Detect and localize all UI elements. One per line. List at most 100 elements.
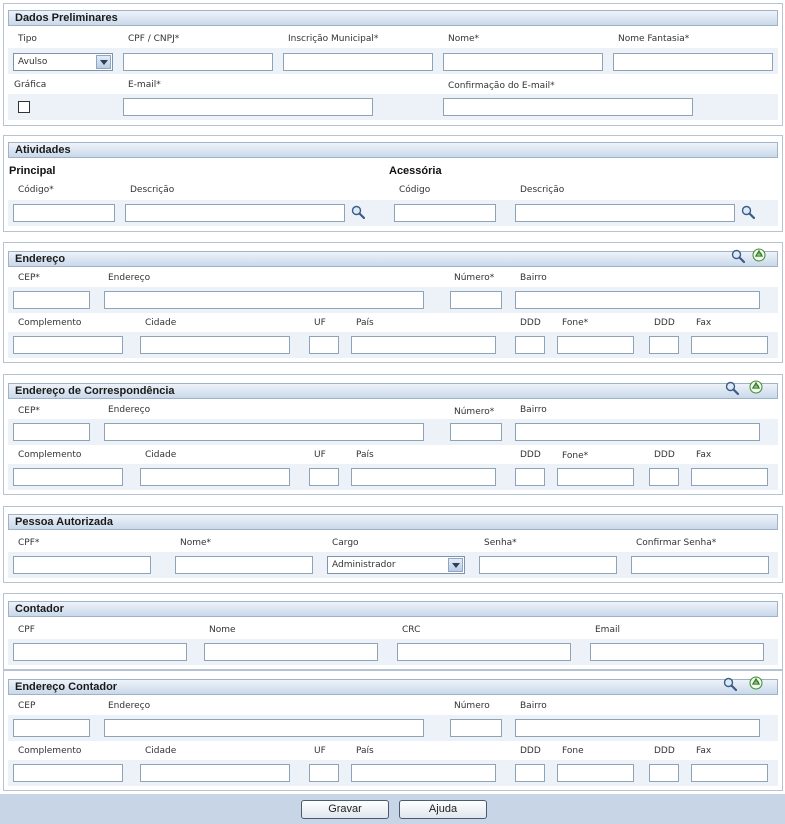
panel-title: Pessoa Autorizada <box>15 516 114 528</box>
codigo-acessoria-label: Código <box>399 185 431 195</box>
descricao-principal-field[interactable] <box>125 204 345 222</box>
pais-label: País <box>356 318 374 328</box>
bairro-field[interactable] <box>515 291 760 309</box>
codigo-principal-field[interactable] <box>13 204 115 222</box>
endereco-field[interactable] <box>104 291 424 309</box>
recycle-icon[interactable] <box>752 248 766 262</box>
dados-preliminares-panel: Dados Preliminares Tipo CPF / CNPJ* Insc… <box>3 3 783 126</box>
email-label: E-mail* <box>128 80 161 90</box>
cep-field[interactable] <box>13 423 90 441</box>
fone-label: Fone* <box>562 318 589 328</box>
cpf-field[interactable] <box>13 643 187 661</box>
pais-field[interactable] <box>351 468 496 486</box>
pessoa-autorizada-header: Pessoa Autorizada <box>8 514 778 530</box>
dados-preliminares-header: Dados Preliminares <box>8 10 778 26</box>
search-icon[interactable] <box>731 249 745 263</box>
fone-label: Fone <box>562 746 584 756</box>
uf-field[interactable] <box>309 468 339 486</box>
pessoa-autorizada-panel: Pessoa Autorizada CPF* Nome* Cargo Senha… <box>3 506 783 583</box>
email-label: Email <box>595 625 620 635</box>
pais-label: País <box>356 746 374 756</box>
fax-field[interactable] <box>691 468 768 486</box>
ddd-field[interactable] <box>515 336 545 354</box>
cidade-field[interactable] <box>140 468 290 486</box>
senha-field[interactable] <box>479 556 617 574</box>
cpf-field[interactable] <box>13 556 151 574</box>
fax-field[interactable] <box>691 764 768 782</box>
ddd-fax-field[interactable] <box>649 764 679 782</box>
numero-field[interactable] <box>450 423 502 441</box>
search-icon[interactable] <box>723 677 737 691</box>
tipo-label: Tipo <box>18 34 37 44</box>
confirmacao-email-field[interactable] <box>443 98 693 116</box>
cidade-field[interactable] <box>140 336 290 354</box>
fax-field[interactable] <box>691 336 768 354</box>
descricao-acessoria-label: Descrição <box>520 185 565 195</box>
nome-field[interactable] <box>204 643 378 661</box>
cidade-field[interactable] <box>140 764 290 782</box>
endereco-contador-panel: Endereço Contador CEP Endereço Número Ba… <box>3 670 783 791</box>
fone-field[interactable] <box>557 336 634 354</box>
complemento-field[interactable] <box>13 336 123 354</box>
confirmar-senha-field[interactable] <box>631 556 769 574</box>
chevron-down-icon[interactable] <box>448 558 463 572</box>
codigo-acessoria-field[interactable] <box>394 204 496 222</box>
email-field[interactable] <box>590 643 764 661</box>
bairro-label: Bairro <box>520 405 547 415</box>
inscricao-municipal-label: Inscrição Municipal* <box>288 34 379 44</box>
numero-field[interactable] <box>450 291 502 309</box>
fone-field[interactable] <box>557 764 634 782</box>
ddd-label: DDD <box>520 450 541 460</box>
chevron-down-icon[interactable] <box>96 55 111 69</box>
pais-field[interactable] <box>351 336 496 354</box>
bairro-field[interactable] <box>515 719 760 737</box>
cpf-cnpj-field[interactable] <box>123 53 273 71</box>
pais-field[interactable] <box>351 764 496 782</box>
cep-field[interactable] <box>13 291 90 309</box>
tipo-select[interactable]: Avulso <box>13 53 113 71</box>
bairro-field[interactable] <box>515 423 760 441</box>
grafica-checkbox[interactable] <box>18 101 30 113</box>
cargo-select-value: Administrador <box>332 560 396 570</box>
ddd-fax-field[interactable] <box>649 468 679 486</box>
numero-field[interactable] <box>450 719 502 737</box>
complemento-field[interactable] <box>13 468 123 486</box>
panel-title: Endereço <box>15 253 66 265</box>
uf-label: UF <box>314 318 326 328</box>
uf-field[interactable] <box>309 764 339 782</box>
inscricao-municipal-field[interactable] <box>283 53 433 71</box>
search-icon[interactable] <box>725 381 739 395</box>
gravar-button[interactable]: Gravar <box>301 800 389 819</box>
complemento-field[interactable] <box>13 764 123 782</box>
endereco-field[interactable] <box>104 423 424 441</box>
nome-fantasia-field[interactable] <box>613 53 773 71</box>
cargo-select[interactable]: Administrador <box>327 556 465 574</box>
uf-field[interactable] <box>309 336 339 354</box>
email-field[interactable] <box>123 98 373 116</box>
ddd-fax-field[interactable] <box>649 336 679 354</box>
cpf-label: CPF <box>18 625 35 635</box>
nome-field[interactable] <box>443 53 603 71</box>
endereco-field[interactable] <box>104 719 424 737</box>
atividades-header: Atividades <box>8 142 778 158</box>
crc-field[interactable] <box>397 643 571 661</box>
recycle-icon[interactable] <box>749 380 763 394</box>
ddd-field[interactable] <box>515 468 545 486</box>
fone-field[interactable] <box>557 468 634 486</box>
grafica-label: Gráfica <box>14 80 47 90</box>
fax-label: Fax <box>696 746 712 756</box>
search-icon[interactable] <box>741 205 755 219</box>
search-icon[interactable] <box>351 205 365 219</box>
nome-field[interactable] <box>175 556 313 574</box>
descricao-acessoria-field[interactable] <box>515 204 735 222</box>
ddd-fax-label: DDD <box>654 318 675 328</box>
ajuda-button[interactable]: Ajuda <box>399 800 487 819</box>
endereco-correspondencia-header: Endereço de Correspondência <box>8 383 778 399</box>
complemento-label: Complemento <box>18 318 82 328</box>
recycle-icon[interactable] <box>749 676 763 690</box>
cep-field[interactable] <box>13 719 90 737</box>
endereco-label: Endereço <box>108 701 151 711</box>
ddd-field[interactable] <box>515 764 545 782</box>
cep-label: CEP <box>18 701 36 711</box>
senha-label: Senha* <box>484 538 517 548</box>
